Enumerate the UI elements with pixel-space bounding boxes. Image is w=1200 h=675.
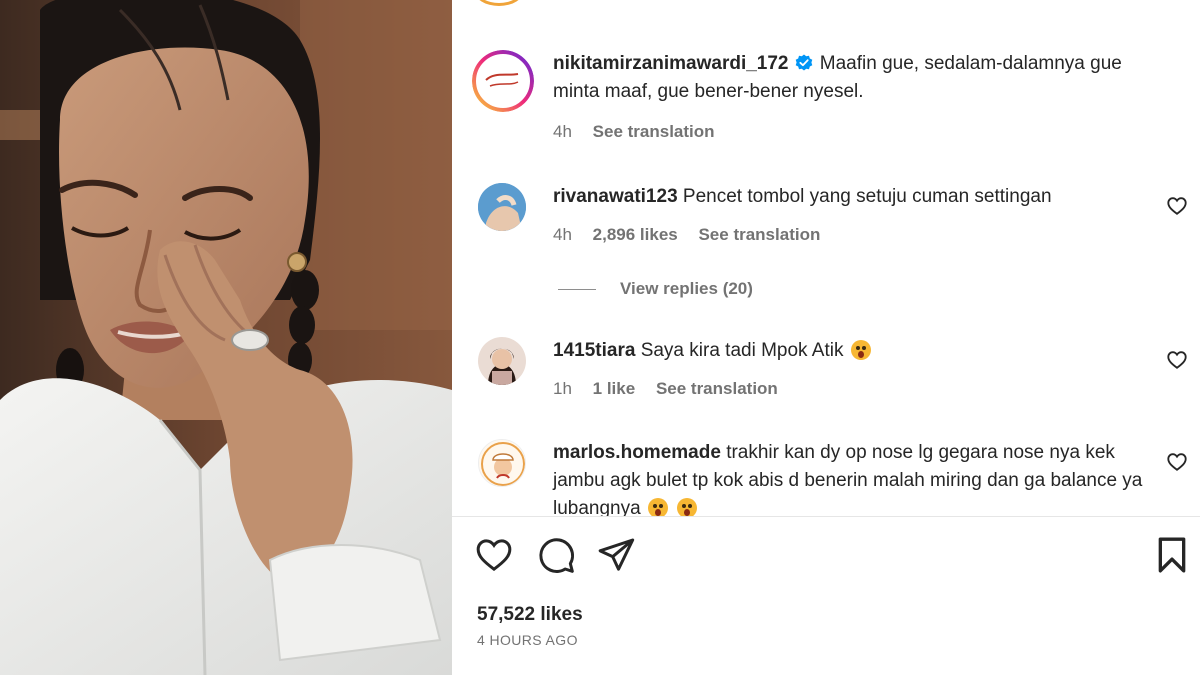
view-replies-button[interactable]: View replies (20) (620, 279, 753, 299)
avatar[interactable] (478, 183, 526, 231)
comment-time[interactable]: 4h (553, 225, 572, 244)
chef-logo-avatar (479, 440, 525, 486)
comments-list[interactable]: nikitamirzanimawardi_172 Maafin gue, sed… (452, 0, 1200, 516)
heart-icon[interactable] (474, 535, 514, 575)
caption-text: nikitamirzanimawardi_172 Maafin gue, sed… (553, 50, 1148, 106)
comment-time[interactable]: 1h (553, 379, 572, 398)
comment-meta: 1h 1 like See translation (553, 379, 794, 399)
likes-count[interactable]: 57,522 likes (477, 604, 583, 626)
see-translation-link[interactable]: See translation (656, 379, 778, 398)
post-timestamp[interactable]: 4 HOURS AGO (477, 632, 578, 648)
avatar[interactable] (472, 50, 534, 112)
astonished-face-icon (647, 498, 668, 516)
avatar-photo (478, 183, 526, 231)
paper-plane-icon[interactable] (596, 535, 636, 575)
see-translation-link[interactable]: See translation (593, 122, 715, 141)
comment-username[interactable]: rivanawati123 (553, 186, 678, 207)
astonished-face-icon (850, 340, 871, 360)
previous-avatar-ring (474, 0, 524, 6)
comment-meta: 4h 2,896 likes See translation (553, 225, 836, 245)
small-heart-icon[interactable] (1166, 451, 1188, 473)
comment-body: Pencet tombol yang setuju cuman settinga… (682, 186, 1052, 207)
astonished-face-icon (677, 498, 698, 516)
comment-body-line1: trakhir kan dy op nose lg gegara nose ny… (726, 442, 1081, 463)
avatar-photo (478, 337, 526, 385)
bookmark-icon[interactable] (1152, 535, 1192, 575)
comment-username[interactable]: marlos.homemade (553, 442, 721, 463)
crying-woman-illustration (0, 0, 452, 675)
post-action-bar (452, 535, 1200, 585)
small-heart-icon[interactable] (1166, 349, 1188, 371)
small-heart-icon[interactable] (1166, 195, 1188, 217)
caption-username[interactable]: nikitamirzanimawardi_172 (553, 53, 789, 74)
verified-badge-icon (795, 53, 813, 71)
comment-text: rivanawati123 Pencet tombol yang setuju … (553, 183, 1148, 211)
comment-text: marlos.homemade trakhir kan dy op nose l… (553, 439, 1148, 516)
avatar[interactable] (478, 337, 526, 385)
post-photo (0, 0, 452, 675)
comment-likes[interactable]: 2,896 likes (593, 225, 678, 244)
comments-panel: nikitamirzanimawardi_172 Maafin gue, sed… (452, 0, 1200, 675)
comment-bubble-icon[interactable] (536, 535, 576, 575)
avatar[interactable] (478, 439, 526, 487)
caption-meta: 4h See translation (553, 122, 731, 142)
comment-username[interactable]: 1415tiara (553, 340, 635, 361)
see-translation-link[interactable]: See translation (698, 225, 820, 244)
section-divider (452, 516, 1200, 517)
story-ring-avatar-icon (472, 50, 534, 112)
view-replies-divider (558, 289, 596, 290)
caption-time[interactable]: 4h (553, 122, 572, 141)
comment-text: 1415tiara Saya kira tadi Mpok Atik (553, 337, 1148, 365)
comment-body: Saya kira tadi Mpok Atik (640, 340, 844, 361)
comment-likes[interactable]: 1 like (593, 379, 636, 398)
